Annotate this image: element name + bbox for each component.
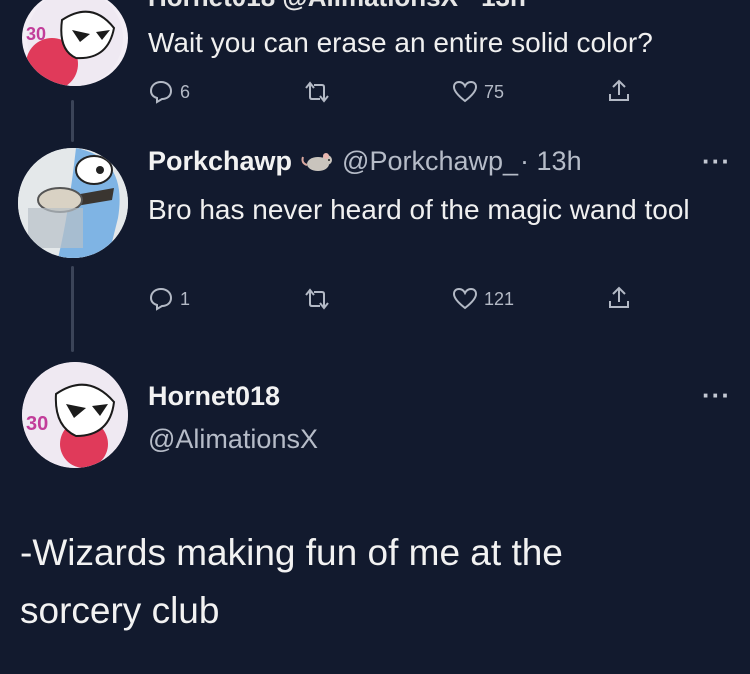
tweet1-reply-button[interactable]: 6 bbox=[148, 80, 190, 104]
tweet2-header: Porkchawp @Porkchawp_ · 13h bbox=[148, 146, 582, 177]
reply-icon bbox=[149, 287, 173, 311]
svg-text:30: 30 bbox=[26, 413, 48, 435]
tweet1-like-button[interactable]: 75 bbox=[452, 80, 504, 104]
svg-text:30: 30 bbox=[26, 24, 46, 44]
like-icon bbox=[452, 80, 478, 103]
reply-icon bbox=[149, 80, 173, 104]
tweet2-timestamp[interactable]: · 13h bbox=[520, 146, 582, 177]
retweet-icon bbox=[305, 81, 329, 103]
tweet2-author-name[interactable]: Porkchawp bbox=[148, 146, 292, 177]
tweet2-reply-button[interactable]: 1 bbox=[148, 287, 190, 311]
tweet2-author-handle[interactable]: @Porkchawp_ bbox=[342, 146, 518, 177]
thread-line bbox=[71, 266, 74, 352]
avatar-hornet-main[interactable]: 30 bbox=[22, 362, 128, 468]
retweet-icon bbox=[305, 288, 329, 310]
tweet1-reply-count: 6 bbox=[180, 81, 191, 102]
avatar-image: 30 bbox=[22, 362, 128, 468]
tweet1-retweet-button[interactable] bbox=[302, 80, 332, 104]
tweet1-like-count: 75 bbox=[484, 81, 505, 102]
like-icon bbox=[452, 287, 478, 310]
avatar-image bbox=[18, 148, 128, 258]
tweet3-text: -Wizards making fun of me at the sorcery… bbox=[20, 532, 563, 631]
tweet2-reply-count: 1 bbox=[180, 288, 191, 309]
rat-emoji-icon bbox=[301, 152, 333, 171]
tweet2-text: Bro has never heard of the magic wand to… bbox=[148, 194, 690, 225]
tweet2-retweet-button[interactable] bbox=[302, 287, 332, 311]
tweet1-text: Wait you can erase an entire solid color… bbox=[148, 27, 653, 58]
tweet3-more-icon[interactable]: ··· bbox=[702, 380, 731, 411]
avatar-image: 30 bbox=[26, 0, 123, 86]
share-icon bbox=[609, 286, 629, 308]
tweet2-like-count: 121 bbox=[484, 288, 515, 309]
tweet1-share-button[interactable] bbox=[606, 78, 632, 104]
tweet2-like-button[interactable]: 121 bbox=[452, 287, 514, 311]
tweet2-share-button[interactable] bbox=[606, 285, 632, 311]
avatar-porkchawp[interactable] bbox=[18, 148, 128, 258]
share-icon bbox=[609, 79, 629, 101]
tweet1-header-partial: Hornet018 @AlimationsX · 13h bbox=[148, 0, 526, 13]
avatar-hornet-top[interactable]: 30 bbox=[22, 0, 128, 86]
thread-line bbox=[71, 100, 74, 142]
tweet2-more-icon[interactable]: ··· bbox=[702, 146, 731, 177]
tweet3-author-name[interactable]: Hornet018 bbox=[148, 381, 280, 412]
tweet3-author-handle[interactable]: @AlimationsX bbox=[148, 424, 318, 455]
